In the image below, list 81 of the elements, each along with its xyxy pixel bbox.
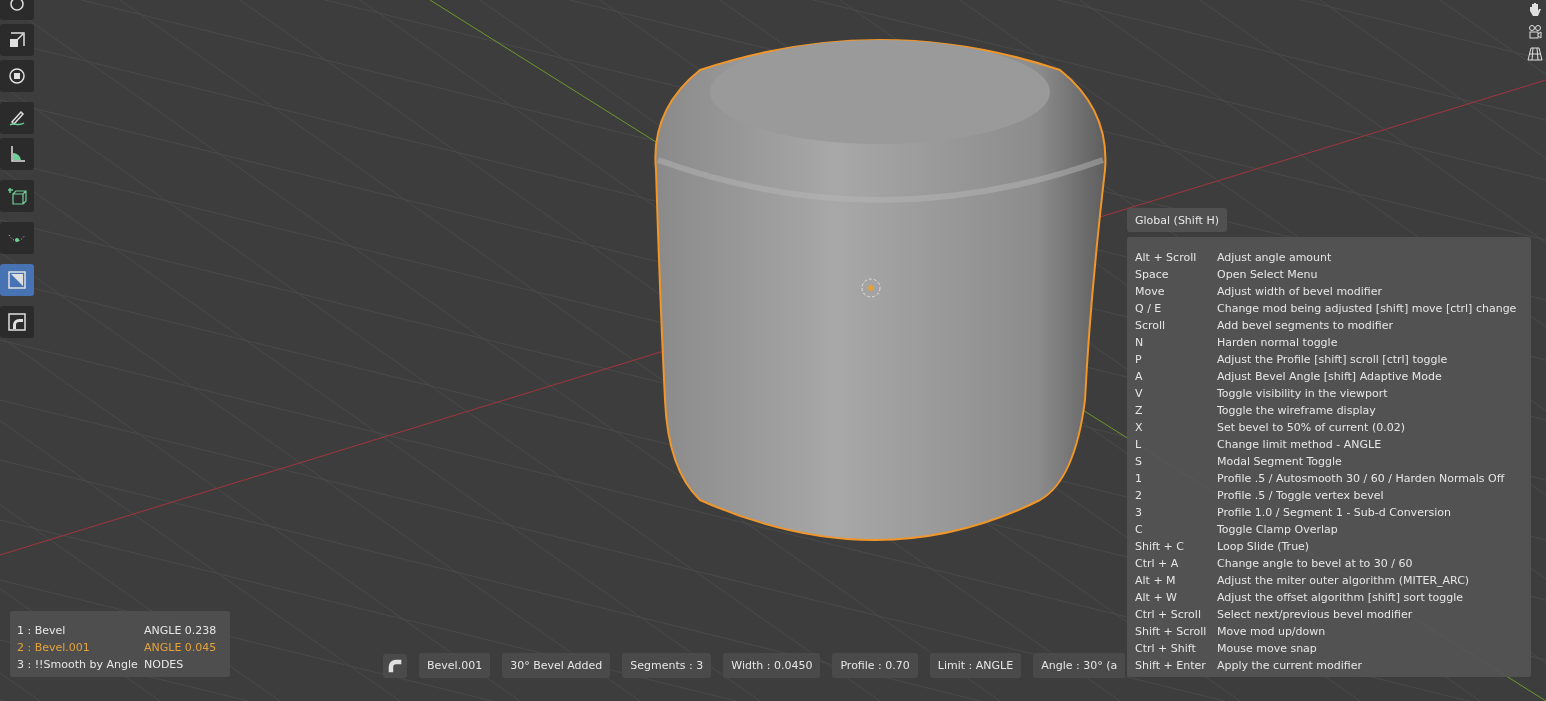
shortcut-description: Toggle visibility in the viewport — [1217, 386, 1389, 402]
shortcut-description: Add bevel segments to modifier — [1217, 318, 1395, 334]
scale-icon — [7, 30, 27, 50]
shortcut-description: Adjust the miter outer algorithm (MITER_ARC) — [1217, 573, 1471, 589]
shortcut-key: N — [1135, 334, 1217, 351]
shortcut-key: P — [1135, 351, 1217, 368]
shortcut-description: Profile .5 / Toggle vertex bevel — [1217, 488, 1385, 504]
status-pill: Segments : 3 — [622, 653, 712, 678]
bevel-corner-button[interactable] — [383, 653, 407, 678]
status-pill: Bevel.001 — [419, 653, 491, 678]
shortcut-key: Q / E — [1135, 300, 1217, 317]
shortcut-description: Apply the current modifier — [1217, 658, 1363, 674]
modifier-value: ANGLE 0.238 — [144, 623, 218, 639]
shortcut-key: Shift + C — [1135, 538, 1217, 555]
shortcut-description: Profile 1.0 / Segment 1 - Sub-d Conversion — [1217, 505, 1452, 521]
shortcut-description: Adjust width of bevel modifier — [1217, 284, 1384, 300]
shortcut-description: Change limit method - ANGLE — [1217, 437, 1383, 453]
shortcut-key: Ctrl + Shift — [1135, 640, 1217, 657]
status-pill: Angle : 30° (a — [1033, 653, 1126, 678]
shortcut-key: Space — [1135, 266, 1217, 283]
shortcut-description: Move mod up/down — [1217, 624, 1327, 640]
shortcut-description: Adjust the Profile [shift] scroll [ctrl] toggle — [1217, 352, 1449, 368]
shortcut-key: Shift + Scroll — [1135, 623, 1217, 640]
shortcut-key: A — [1135, 368, 1217, 385]
shortcut-key: Alt + Scroll — [1135, 249, 1217, 266]
shortcut-key: V — [1135, 385, 1217, 402]
origin-icon — [861, 278, 881, 298]
grid-icon[interactable] — [1527, 46, 1543, 62]
shortcut-description: Select next/previous bevel modifier — [1217, 607, 1414, 623]
status-pill: 30° Bevel Added — [502, 653, 611, 678]
bevel-icon — [7, 270, 27, 290]
shortcut-key: Ctrl + A — [1135, 555, 1217, 572]
modifier-value: NODES — [144, 657, 185, 673]
status-pill: Profile : 0.70 — [832, 653, 918, 678]
tool-button[interactable] — [0, 102, 34, 134]
shortcut-key: Alt + W — [1135, 589, 1217, 606]
shortcut-description: Loop Slide (True) — [1217, 539, 1311, 555]
tool-button[interactable] — [0, 138, 34, 170]
camera-icon[interactable] — [1527, 24, 1543, 40]
shortcut-key: 2 — [1135, 487, 1217, 504]
shortcut-description: Modal Segment Toggle — [1217, 454, 1343, 470]
shortcut-description: Set bevel to 50% of current (0.02) — [1217, 420, 1406, 436]
shortcut-key: Shift + Enter — [1135, 657, 1217, 674]
shortcut-key: 3 — [1135, 504, 1217, 521]
shortcut-key: Scroll — [1135, 317, 1217, 334]
status-pill: Width : 0.0450 — [723, 653, 821, 678]
add-cube-icon — [7, 186, 27, 206]
shortcut-key: Alt + M — [1135, 572, 1217, 589]
tool-button[interactable] — [0, 306, 34, 338]
tool-button[interactable] — [0, 180, 34, 212]
shortcut-description: Harden normal toggle — [1217, 335, 1339, 351]
shortcut-key: Move — [1135, 283, 1217, 300]
shortcut-key: S — [1135, 453, 1217, 470]
shortcut-description: Profile .5 / Autosmooth 30 / 60 / Harden Normals Off — [1217, 471, 1506, 487]
shortcut-description: Adjust the offset algorithm [shift] sort toggle — [1217, 590, 1465, 606]
shortcut-key: 1 — [1135, 470, 1217, 487]
modifier-name[interactable]: 1 : Bevel — [17, 622, 144, 639]
tool-button[interactable] — [0, 24, 34, 56]
shortcut-description: Toggle Clamp Overlap — [1217, 522, 1339, 538]
shortcut-description: Mouse move snap — [1217, 641, 1318, 657]
help-title: Global (Shift H) — [1127, 208, 1227, 232]
shortcut-key: C — [1135, 521, 1217, 538]
tool-button[interactable] — [0, 60, 34, 92]
pencil-icon — [7, 108, 27, 128]
shortcut-key: Ctrl + Scroll — [1135, 606, 1217, 623]
hand-icon[interactable] — [1527, 2, 1543, 18]
shortcut-description: Toggle the wireframe display — [1217, 403, 1377, 419]
bevel-corner-icon — [7, 312, 27, 332]
shortcut-description: Open Select Menu — [1217, 267, 1319, 283]
modifier-name[interactable]: 2 : Bevel.001 — [17, 639, 144, 656]
shortcut-description: Change mod being adjusted [shift] move [ctrl] change — [1217, 301, 1518, 317]
shortcut-key: Z — [1135, 402, 1217, 419]
shortcut-key: L — [1135, 436, 1217, 453]
status-pill: Limit : ANGLE — [929, 653, 1022, 678]
shortcut-description: Change angle to bevel at to 30 / 60 — [1217, 556, 1414, 572]
modifier-name[interactable]: 3 : !!Smooth by Angle — [17, 656, 144, 673]
modifier-value: ANGLE 0.045 — [144, 640, 218, 656]
shortcut-description: Adjust angle amount — [1217, 250, 1333, 266]
shortcut-description: Adjust Bevel Angle [shift] Adaptive Mode — [1217, 369, 1443, 385]
shortcut-key: X — [1135, 419, 1217, 436]
transform-icon — [7, 66, 27, 86]
